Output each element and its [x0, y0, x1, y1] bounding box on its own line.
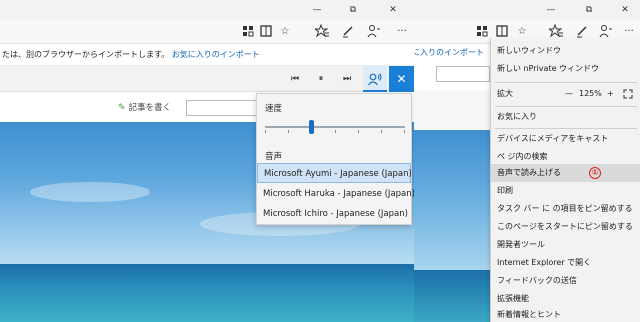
minimize-button[interactable]: — [536, 0, 566, 20]
speed-slider-thumb[interactable] [308, 120, 314, 134]
voice-settings-dropdown: 速度 音声 Microsoft Ayumi - Japanese (Japan)… [256, 93, 414, 225]
menu-item-cast-media[interactable]: デバイスにメディアをキャスト [491, 130, 640, 148]
fullscreen-icon[interactable] [623, 85, 633, 103]
menu-divider [495, 128, 637, 129]
share-icon[interactable] [366, 24, 382, 40]
extension-icon[interactable] [474, 24, 490, 40]
menu-item-print[interactable]: 印刷 [491, 182, 640, 200]
import-notice: たは、別のブラウザーからインポートします。 お気に入りのインポート [2, 49, 260, 60]
menu-item-send-feedback[interactable]: フィードバックの送信 [491, 272, 640, 290]
slider-tick [358, 130, 359, 133]
pause-icon[interactable]: ⏸ [313, 71, 329, 87]
menu-item-pin-to-start[interactable]: このページをスタートにピン留めする [491, 218, 640, 236]
menu-item-open-in-ie[interactable]: Internet Explorer で開く [491, 254, 640, 272]
menu-item-read-aloud[interactable]: 音声で読み上げる ① [491, 164, 640, 182]
zoom-label: 拡大 [497, 89, 513, 98]
voice-option[interactable]: Microsoft Haruka - Japanese (Japan) [257, 184, 414, 204]
voice-option[interactable]: Microsoft Ayumi - Japanese (Japan) [257, 163, 412, 183]
menu-item-new-inprivate-window[interactable]: 新しい nPrivate ウィンドウ [491, 60, 640, 78]
voice-label: 音声 [265, 152, 283, 162]
minimize-button[interactable]: — [302, 0, 332, 20]
favorites-hub-icon[interactable] [313, 23, 330, 40]
slider-tick [265, 130, 266, 133]
menu-item-zoom: 拡大 — 125% + [491, 85, 640, 103]
notes-pen-icon[interactable] [340, 24, 356, 40]
restore-button[interactable]: ⧉ [574, 0, 604, 20]
sky [414, 130, 490, 270]
read-aloud-toolbar: ⏮ ⏸ ⏭ [0, 66, 414, 92]
restore-button[interactable]: ⧉ [338, 0, 368, 20]
extension-icon[interactable] [240, 24, 256, 40]
voice-settings-button[interactable] [363, 66, 387, 92]
previous-paragraph-icon[interactable]: ⏮ [287, 71, 303, 87]
slider-tick [381, 130, 382, 133]
pencil-icon: ✎ [118, 103, 126, 113]
address-toolbar: ☆ ··· [0, 20, 414, 44]
zoom-level: 125% [579, 89, 602, 98]
zoom-in-button[interactable]: + [607, 85, 614, 103]
beach-photo [414, 130, 490, 322]
voice-settings-icon [368, 73, 382, 86]
slider-tick [288, 130, 289, 133]
cloud [30, 182, 150, 202]
menu-divider [495, 82, 637, 83]
close-window-button[interactable]: ✕ [610, 0, 640, 20]
speed-label: 速度 [265, 104, 283, 114]
step-number-badge: ① [589, 167, 601, 179]
browser-window-right: — ⧉ ✕ ☆ ··· に入りのインポート 新しいウィンドウ 新しい nPriv… [414, 0, 640, 322]
menu-item-new-window[interactable]: 新しいウィンドウ [491, 42, 640, 60]
browser-window-left: — ⧉ ✕ ☆ ··· たは、別のブラウザーからインポートします。 お気に入りの… [0, 0, 414, 322]
close-read-aloud-button[interactable]: ✕ [389, 66, 414, 92]
speed-slider-track[interactable] [265, 126, 405, 128]
menu-item-favorites[interactable]: お気に入り [491, 108, 640, 126]
more-icon[interactable]: ··· [394, 24, 410, 40]
menu-divider [495, 106, 637, 107]
close-window-button[interactable]: ✕ [378, 0, 408, 20]
import-favorites-link[interactable]: お気に入りのインポート [172, 50, 260, 59]
import-favorites-link[interactable]: に入りのインポート [414, 47, 484, 58]
zoom-out-button[interactable]: — [565, 85, 573, 103]
voice-option[interactable]: Microsoft Ichiro - Japanese (Japan) [257, 204, 411, 224]
import-notice-bar: たは、別のブラウザーからインポートします。 お気に入りのインポート [0, 44, 414, 66]
write-article-label: 記事を書く [128, 103, 172, 113]
sea [0, 264, 414, 322]
menu-item-developer-tools[interactable]: 開発者ツール [491, 236, 640, 254]
address-input[interactable] [436, 66, 490, 82]
slider-tick [404, 130, 405, 133]
import-notice-text: たは、別のブラウザーからインポートします。 [2, 50, 170, 59]
read-aloud-label: 音声で読み上げる [497, 168, 561, 177]
write-article-button[interactable]: ✎ 記事を書く [118, 101, 171, 115]
menu-item-pin-to-taskbar[interactable]: タスク バー に の項目をピン留めする [491, 200, 640, 218]
sea [414, 270, 490, 322]
next-paragraph-icon[interactable]: ⏭ [339, 71, 355, 87]
reading-view-icon[interactable] [258, 24, 274, 40]
settings-menu: 新しいウィンドウ 新しい nPrivate ウィンドウ 拡大 — 125% + … [490, 38, 640, 322]
title-bar: — ⧉ ✕ [0, 0, 414, 20]
menu-item-whats-new[interactable]: 新着情報とヒント [491, 306, 640, 322]
title-bar: — ⧉ ✕ [414, 0, 640, 20]
favorite-star-icon[interactable]: ☆ [277, 24, 293, 40]
slider-tick [335, 130, 336, 133]
blog-search-input[interactable] [186, 100, 261, 116]
